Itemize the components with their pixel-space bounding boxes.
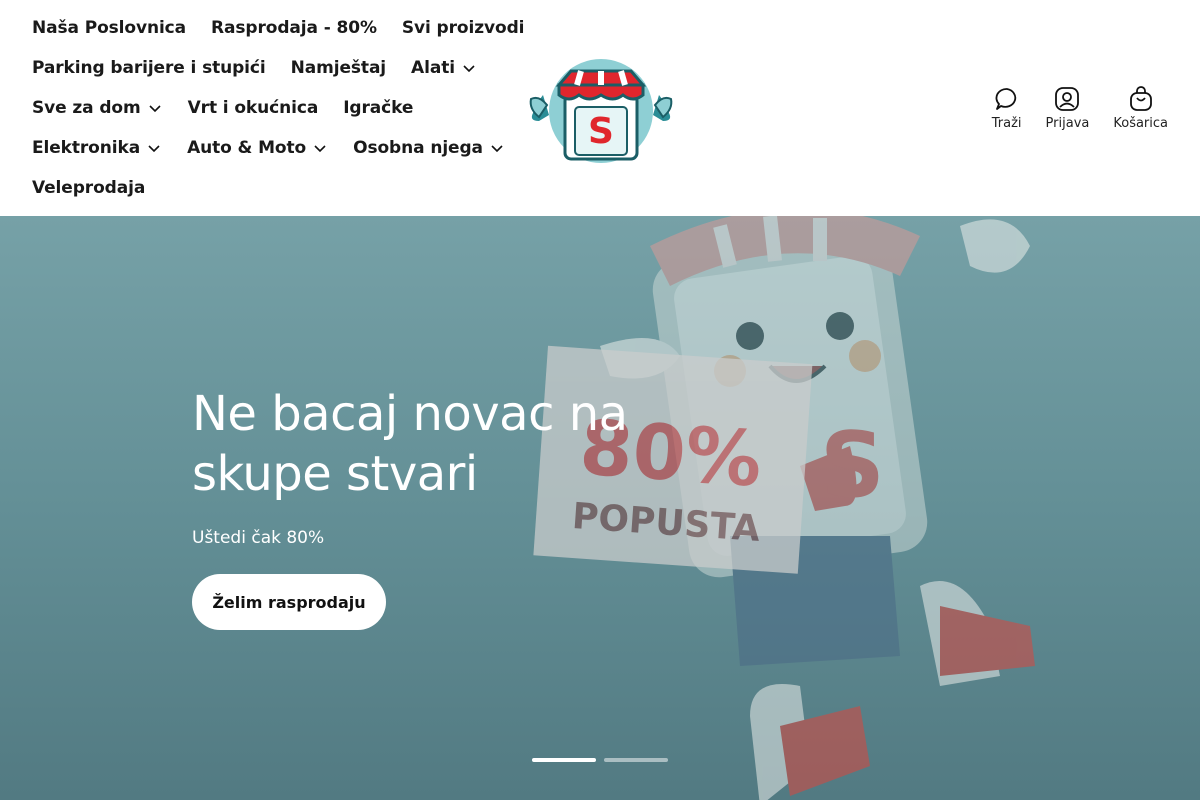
nav-row: Veleprodaja [32,168,472,208]
nav-item[interactable]: Parking barijere i stupići [32,58,266,78]
cart-button[interactable]: Košarica [1113,86,1168,131]
shop-sale-button[interactable]: Želim rasprodaju [192,574,386,630]
hero-banner: S 80% POPUSTA Ne bacaj novac na skupe st… [0,216,1200,800]
shopping-bag-icon [1129,86,1152,111]
main-navigation: Naša Poslovnica Rasprodaja - 80% Svi proiz… [32,8,524,208]
site-header: Naša Poslovnica Rasprodaja - 80% Svi proiz… [0,0,1200,216]
hero-title: Ne bacaj novac na skupe stvari [192,386,628,502]
nav-item[interactable]: Alati [411,58,477,78]
nav-item-label: Naša Poslovnica [32,18,187,38]
chevron-down-icon [148,145,160,153]
nav-item[interactable]: Auto & Moto [187,138,328,158]
nav-item-label: Elektronika [32,138,141,158]
slider-dot[interactable] [604,758,668,762]
nav-item[interactable]: Namještaj [290,58,387,78]
nav-item[interactable]: Naša Poslovnica [32,18,186,38]
nav-item-label: Rasprodaja - 80% [211,18,377,38]
cart-label: Košarica [1113,116,1168,131]
nav-row: Parking barijere i stupići Namještaj Alati [32,48,475,88]
nav-item-label: Namještaj [290,58,387,78]
nav-item[interactable]: Veleprodaja [32,178,145,198]
nav-item-label: Alati [411,58,455,78]
account-icon [1055,87,1080,111]
svg-text:S: S [588,111,614,152]
store-logo[interactable]: S [525,55,677,163]
nav-item[interactable]: Sve za dom [32,98,163,118]
nav-item[interactable]: Elektronika [32,138,162,158]
nav-row: Naša Poslovnica Rasprodaja - 80% Svi proiz… [32,8,524,48]
login-label: Prijava [1045,116,1090,131]
nav-item[interactable]: Svi proizvodi [401,18,525,38]
nav-row: Sve za dom Vrt i okućnica Igračke [32,88,472,128]
nav-item[interactable]: Vrt i okućnica [188,98,319,118]
header-actions: Traži Prijava Košarica [992,86,1168,131]
nav-item-label: Sve za dom [32,98,141,118]
svg-text:S: S [820,413,885,518]
chevron-down-icon [491,145,503,153]
search-button[interactable]: Traži [992,86,1022,131]
nav-item-label: Veleprodaja [32,178,146,198]
nav-row: Elektronika Auto & Moto Osobna njega [32,128,503,168]
chevron-down-icon [149,105,161,113]
store-mascot-logo-icon: S [529,59,673,163]
nav-item-label: Vrt i okućnica [187,98,319,118]
nav-item-label: Parking barijere i stupići [32,58,266,78]
slider-pagination [532,758,668,762]
nav-item-label: Auto & Moto [187,138,307,158]
search-label: Traži [991,116,1022,131]
chevron-down-icon [463,65,475,73]
nav-item[interactable]: Osobna njega [353,138,505,158]
nav-item-label: Osobna njega [353,138,483,158]
login-button[interactable]: Prijava [1045,86,1090,131]
hero-subtitle: Uštedi čak 80% [192,528,325,548]
slider-dot[interactable] [532,758,596,762]
chevron-down-icon [314,145,326,153]
nav-item[interactable]: Igračke [343,98,413,118]
search-icon [995,88,1016,110]
nav-item-label: Svi proizvodi [401,18,525,38]
nav-item[interactable]: Rasprodaja - 80% [211,18,377,38]
nav-item-label: Igračke [343,98,414,118]
mascot-image: S 80% POPUSTA [533,216,1035,800]
